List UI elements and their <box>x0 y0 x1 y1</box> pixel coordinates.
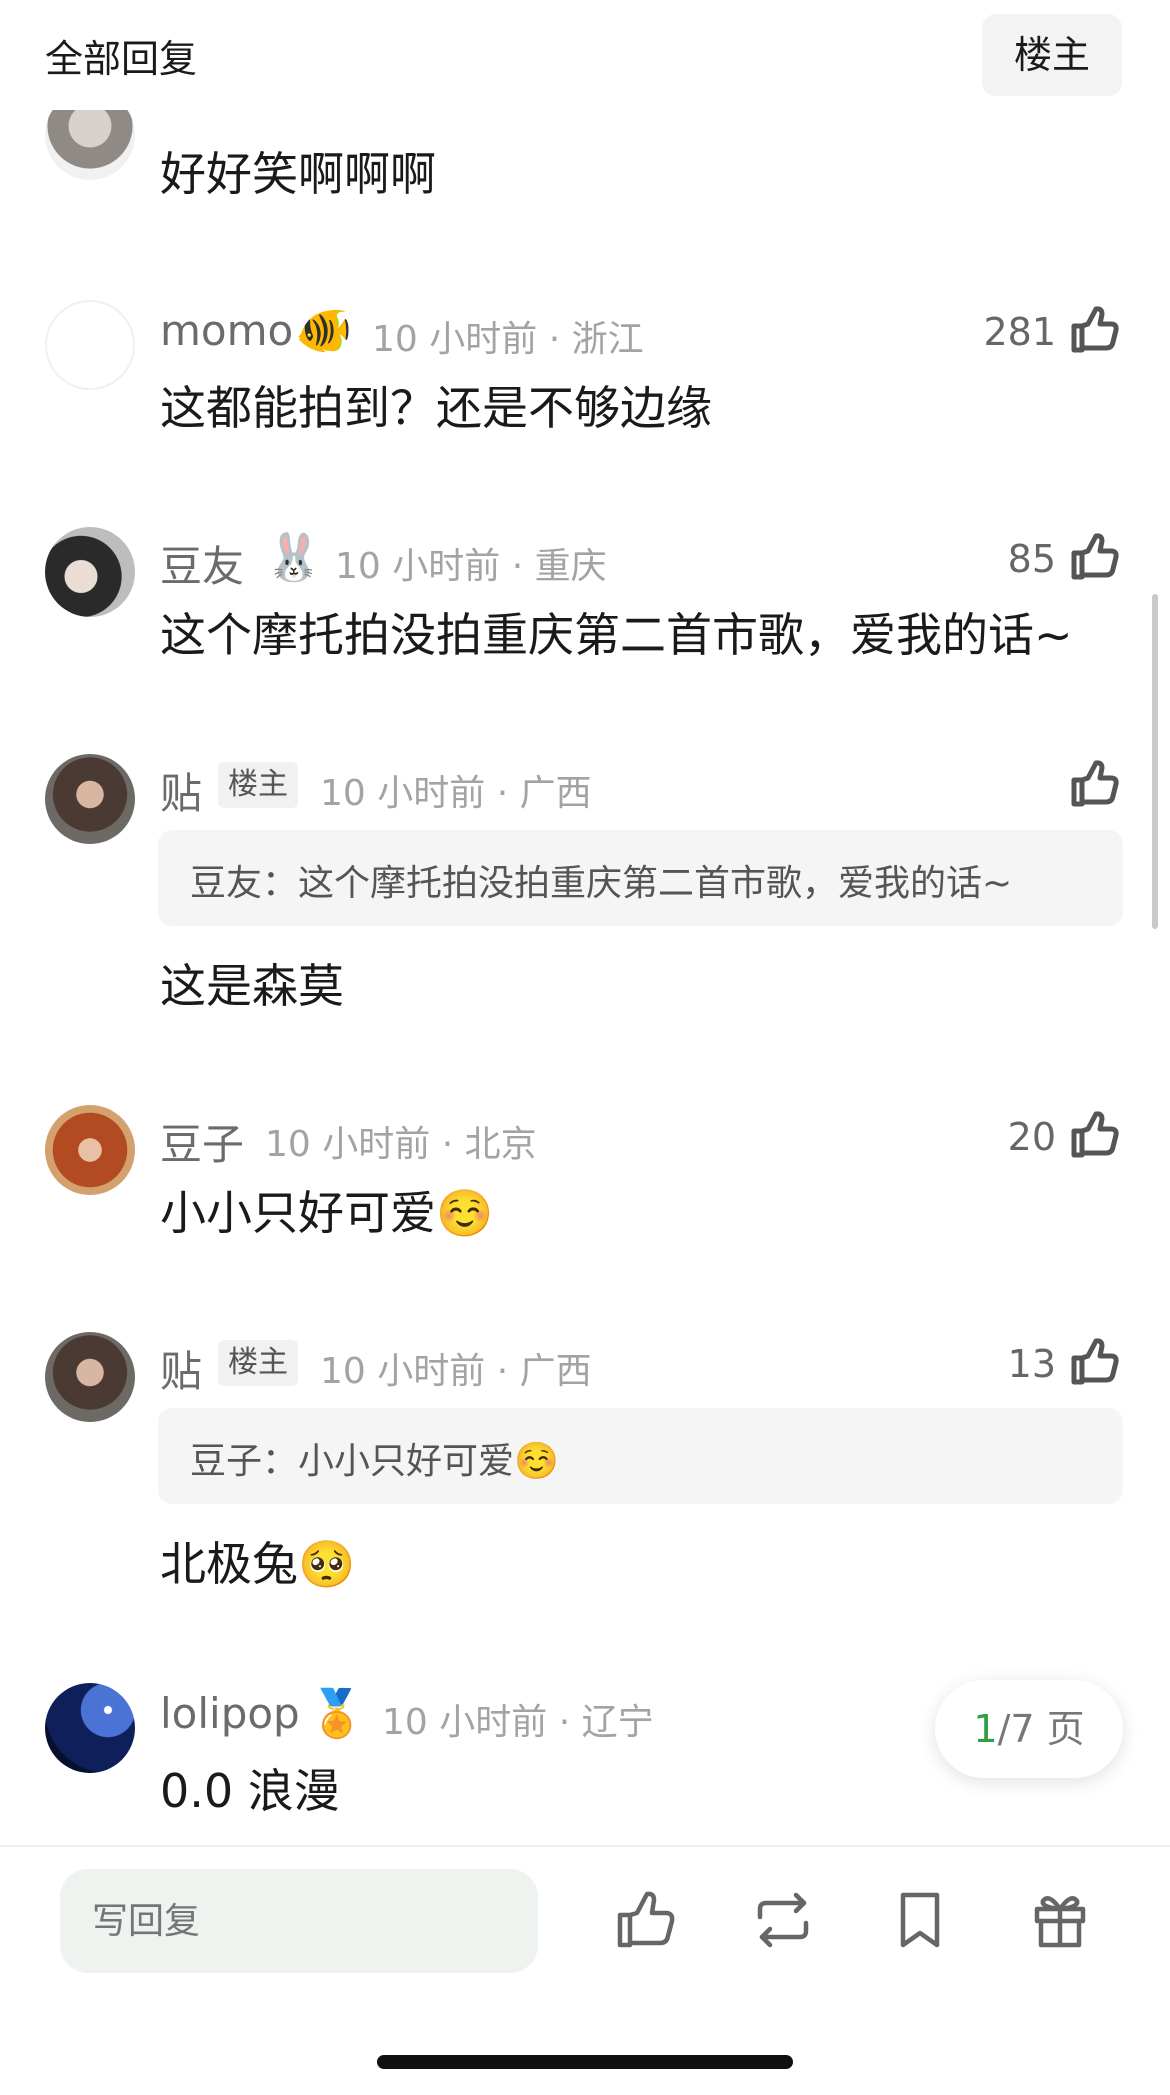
avatar[interactable] <box>45 754 135 844</box>
like-count: 85 <box>1007 537 1056 581</box>
like-count: 13 <box>1007 1342 1056 1386</box>
comment-text: 这都能拍到？还是不够边缘 <box>160 381 712 435</box>
quote-text: 豆子：小小只好可爱☺️ <box>190 1441 559 1482</box>
comment-text: 这个摩托拍没拍重庆第二首市歌，爱我的话~ <box>160 608 1073 662</box>
user-name[interactable]: 豆友 <box>160 533 244 594</box>
gift-icon[interactable] <box>1027 1887 1093 1953</box>
comment-header: 贴 楼主 10 小时前 · 广西 <box>160 754 1120 818</box>
thumbs-up-icon[interactable] <box>1068 531 1120 583</box>
goldfish-badge-icon: 🐠 <box>295 303 353 357</box>
comment-text: 北极兔🥺 <box>160 1537 356 1591</box>
home-indicator <box>377 2055 793 2069</box>
quoted-reply[interactable]: 豆友：这个摩托拍没拍重庆第二首市歌，爱我的话~ <box>158 830 1123 926</box>
comment-text: 这是森莫 <box>160 959 344 1013</box>
thumbs-up-icon[interactable] <box>1068 304 1120 356</box>
current-page: 1 <box>973 1707 998 1751</box>
comment-meta: 10 小时前 · 辽宁 <box>382 1702 654 1743</box>
avatar[interactable] <box>45 1332 135 1422</box>
page-indicator[interactable]: 1/7 页 <box>935 1680 1123 1778</box>
repost-icon[interactable] <box>750 1887 816 1953</box>
bookmark-icon[interactable] <box>887 1887 953 1953</box>
comment-header: 豆子 10 小时前 · 北京 20 <box>160 1105 1120 1169</box>
avatar[interactable] <box>45 1683 135 1773</box>
like-count: 20 <box>1007 1115 1056 1159</box>
comment-text: 好好笑啊啊啊 <box>160 147 436 201</box>
comments-page: 全部回复 楼主 好好笑啊啊啊 momo 🐠 10 小时前 · 浙江 281 这都… <box>0 0 1170 2095</box>
user-name[interactable]: 豆子 <box>160 1111 244 1172</box>
thumbs-up-icon[interactable] <box>612 1887 678 1953</box>
comment-text: 小小只好可爱☺️ <box>160 1186 494 1240</box>
owner-only-filter-button[interactable]: 楼主 <box>982 14 1122 96</box>
comment-meta: 10 小时前 · 重庆 <box>335 546 607 587</box>
rabbit-badge-icon: 🐰 <box>265 530 323 584</box>
comment-meta: 10 小时前 · 广西 <box>320 773 592 814</box>
comment-meta: 10 小时前 · 广西 <box>320 1351 592 1392</box>
user-name[interactable]: 贴 <box>160 1338 202 1399</box>
like-count: 281 <box>983 310 1056 354</box>
owner-tag: 楼主 <box>218 1340 298 1386</box>
avatar[interactable] <box>45 527 135 617</box>
user-name[interactable]: lolipop <box>160 1689 300 1738</box>
comment-meta: 10 小时前 · 北京 <box>265 1124 537 1165</box>
user-name[interactable]: 贴 <box>160 760 202 821</box>
thumbs-up-icon[interactable] <box>1068 758 1120 810</box>
comment-meta: 10 小时前 · 浙江 <box>372 319 644 360</box>
thumbs-up-icon[interactable] <box>1068 1336 1120 1388</box>
comment-header: 豆友 🐰 10 小时前 · 重庆 85 <box>160 527 1120 591</box>
header: 全部回复 楼主 <box>0 0 1170 110</box>
quote-text: 豆友：这个摩托拍没拍重庆第二首市歌，爱我的话~ <box>190 863 1013 904</box>
scrollbar[interactable] <box>1152 594 1158 929</box>
thumbs-up-icon[interactable] <box>1068 1109 1120 1161</box>
medal-badge-icon: 🏅 <box>308 1686 366 1740</box>
comment-text: 0.0 浪漫 <box>160 1764 340 1818</box>
comment-header: 贴 楼主 10 小时前 · 广西 13 <box>160 1332 1120 1396</box>
comment-header: momo 🐠 10 小时前 · 浙江 281 <box>160 300 1120 364</box>
quoted-reply[interactable]: 豆子：小小只好可爱☺️ <box>158 1408 1123 1504</box>
reply-input[interactable] <box>60 1869 538 1973</box>
user-name[interactable]: momo <box>160 306 293 355</box>
page-title: 全部回复 <box>45 37 198 81</box>
total-pages: /7 页 <box>997 1707 1085 1751</box>
owner-tag: 楼主 <box>218 762 298 808</box>
avatar[interactable] <box>45 1105 135 1195</box>
avatar[interactable] <box>45 300 135 390</box>
